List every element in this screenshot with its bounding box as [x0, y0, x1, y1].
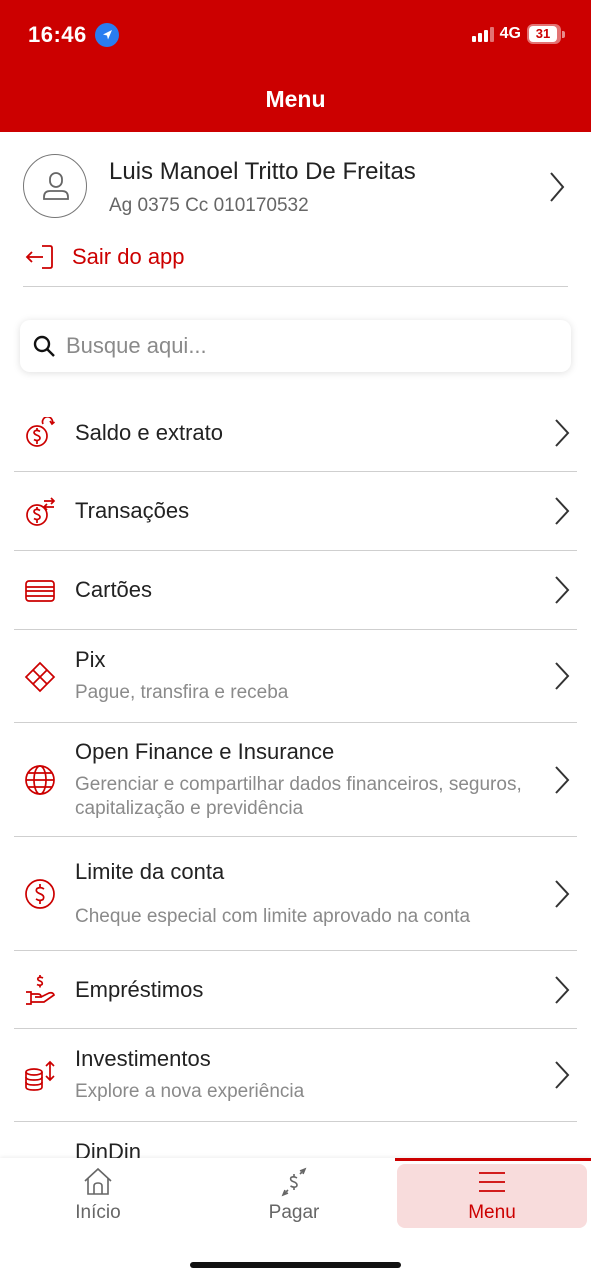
menu-item-pix[interactable]: Pix Pague, transfira e receba: [14, 630, 577, 723]
home-icon: [84, 1167, 112, 1195]
dollar-circle-icon: [25, 879, 55, 909]
tab-label: Menu: [468, 1202, 516, 1223]
signal-icon: [471, 26, 494, 42]
battery-tip: [562, 30, 565, 38]
chevron-right-icon: [550, 172, 565, 202]
menu-item-subtitle: Cheque especial com limite aprovado na c…: [75, 906, 471, 927]
menu-item-emprestimos[interactable]: Empréstimos: [14, 951, 577, 1029]
chevron-right-icon: [555, 662, 570, 690]
chevron-right-icon: [555, 1061, 570, 1089]
menu-item-title: Pix: [75, 647, 106, 672]
search-bar[interactable]: [20, 320, 571, 372]
active-tab-indicator: [395, 1158, 591, 1161]
menu-item-title: Investimentos: [75, 1046, 211, 1071]
chevron-right-icon: [555, 497, 570, 525]
tab-label: Início: [75, 1202, 121, 1223]
money-transfer-icon: [26, 497, 56, 526]
pix-icon: [24, 661, 56, 693]
chevron-right-icon: [555, 976, 570, 1004]
money-refresh-icon: [26, 417, 56, 447]
menu-item-subtitle: Gerenciar e compartilhar dados financeir…: [75, 774, 522, 819]
menu-item-title: Open Finance e Insurance: [75, 739, 335, 764]
page-title: Menu: [265, 86, 326, 112]
menu-item-cartoes[interactable]: Cartões: [14, 551, 577, 630]
menu-item-limite-conta[interactable]: Limite da conta Cheque especial com limi…: [14, 837, 577, 951]
chevron-right-icon: [555, 880, 570, 908]
user-icon: [43, 172, 69, 200]
user-name: Luis Manoel Tritto De Freitas: [109, 158, 416, 185]
card-icon: [25, 580, 55, 602]
tab-pagar[interactable]: Pagar: [199, 1164, 389, 1228]
menu-item-title: Transações: [75, 498, 190, 523]
location-arrow-icon: [95, 23, 119, 47]
header-bar: 16:46 4G 31 Menu: [0, 0, 591, 132]
loan-hand-icon: [26, 975, 56, 1005]
user-account-number: Ag 0375 Cc 010170532: [109, 195, 309, 216]
divider: [23, 286, 568, 287]
menu-item-title: Cartões: [75, 577, 153, 602]
coins-invest-icon: [25, 1060, 55, 1091]
chevron-right-icon: [555, 766, 570, 794]
tab-menu[interactable]: Menu: [397, 1164, 587, 1228]
network-type: 4G: [499, 25, 521, 42]
tab-label: Pagar: [268, 1202, 320, 1223]
home-indicator: [190, 1262, 401, 1268]
menu-icon: [479, 1172, 505, 1192]
logout-button[interactable]: Sair do app: [25, 242, 185, 272]
menu-item-title: Limite da conta: [75, 859, 225, 884]
menu-item-investimentos[interactable]: Investimentos Explore a nova experiência: [14, 1029, 577, 1122]
search-input[interactable]: [66, 333, 546, 359]
menu-item-title: Saldo e extrato: [75, 420, 223, 445]
logout-icon: [25, 245, 53, 269]
menu-item-title: Empréstimos: [75, 977, 204, 1002]
avatar: [23, 154, 87, 218]
menu-item-subtitle: Explore a nova experiência: [75, 1081, 305, 1102]
menu-item-open-finance[interactable]: Open Finance e Insurance Gerenciar e com…: [14, 723, 577, 837]
logout-label: Sair do app: [72, 244, 185, 269]
status-time: 16:46: [28, 22, 87, 47]
status-indicators: 4G 31: [471, 24, 565, 44]
menu-item-subtitle: Pague, transfira e receba: [75, 682, 289, 703]
profile-row[interactable]: Luis Manoel Tritto De Freitas Ag 0375 Cc…: [23, 154, 568, 220]
menu-item-transacoes[interactable]: Transações: [14, 472, 577, 551]
battery-level: 31: [529, 26, 557, 42]
globe-icon: [25, 765, 55, 795]
search-icon: [33, 335, 55, 357]
menu-item-saldo-extrato[interactable]: Saldo e extrato: [14, 394, 577, 472]
pay-icon: [281, 1167, 307, 1197]
battery-icon: 31: [527, 24, 561, 44]
chevron-right-icon: [555, 419, 570, 447]
tab-inicio[interactable]: Início: [3, 1164, 193, 1228]
chevron-right-icon: [555, 576, 570, 604]
